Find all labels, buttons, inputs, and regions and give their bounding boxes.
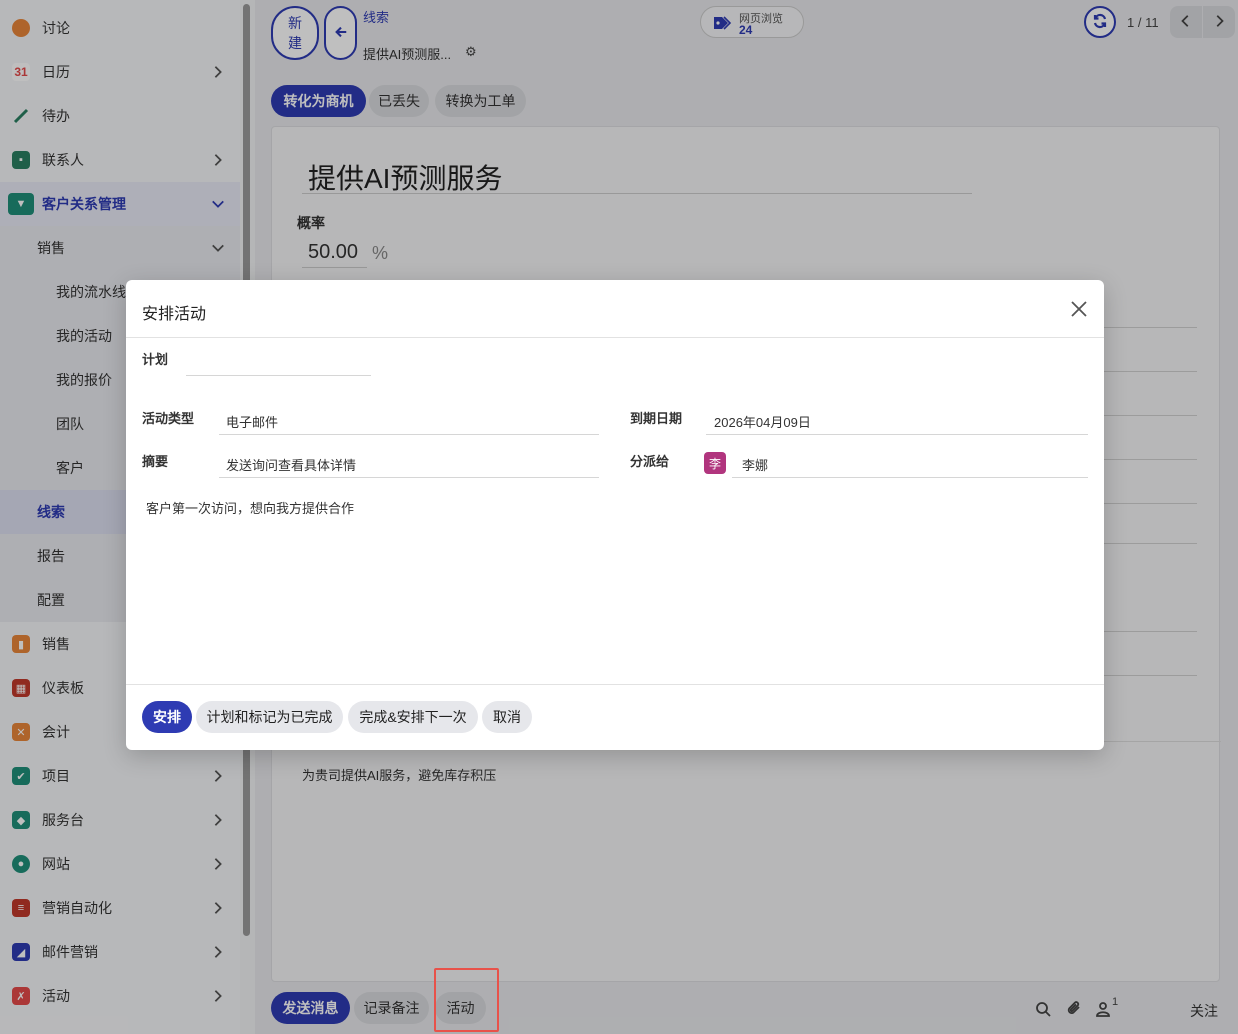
close-icon bbox=[1070, 301, 1088, 321]
dialog-footer-separator bbox=[126, 684, 1104, 685]
schedule-button[interactable]: 安排 bbox=[142, 701, 192, 733]
assigned-to-input[interactable]: 李娜 bbox=[742, 455, 768, 474]
summary-input[interactable]: 发送询问查看具体详情 bbox=[226, 455, 356, 474]
plan-label: 计划 bbox=[142, 352, 169, 367]
summary-underline bbox=[219, 477, 599, 478]
due-date-label: 到期日期 bbox=[630, 411, 683, 426]
dialog-title: 安排活动 bbox=[142, 306, 207, 323]
schedule-activity-dialog: 安排活动 计划 活动类型 电子邮件 摘要 发送询问查看具体详情 到期日期 202… bbox=[126, 280, 1104, 750]
assigned-to-label: 分派给 bbox=[630, 454, 670, 469]
activity-type-label: 活动类型 bbox=[142, 411, 195, 426]
done-schedule-next-button[interactable]: 完成&安排下一次 bbox=[348, 701, 478, 733]
summary-label: 摘要 bbox=[142, 454, 169, 469]
close-button[interactable] bbox=[1070, 300, 1090, 320]
schedule-mark-done-button[interactable]: 计划和标记为已完成 bbox=[196, 701, 343, 733]
cancel-button[interactable]: 取消 bbox=[482, 701, 532, 733]
plan-underline bbox=[186, 375, 371, 376]
highlight-box bbox=[434, 968, 499, 1032]
activity-type-select[interactable]: 电子邮件 bbox=[226, 412, 278, 431]
assigned-to-underline bbox=[732, 477, 1088, 478]
avatar: 李 bbox=[704, 452, 726, 474]
activity-note[interactable]: 客户第一次访问，想向我方提供合作 bbox=[146, 498, 354, 517]
due-date-underline bbox=[706, 434, 1088, 435]
due-date-input[interactable]: 2026年04月09日 bbox=[714, 412, 811, 431]
activity-type-underline bbox=[219, 434, 599, 435]
dialog-header-separator bbox=[126, 337, 1104, 338]
